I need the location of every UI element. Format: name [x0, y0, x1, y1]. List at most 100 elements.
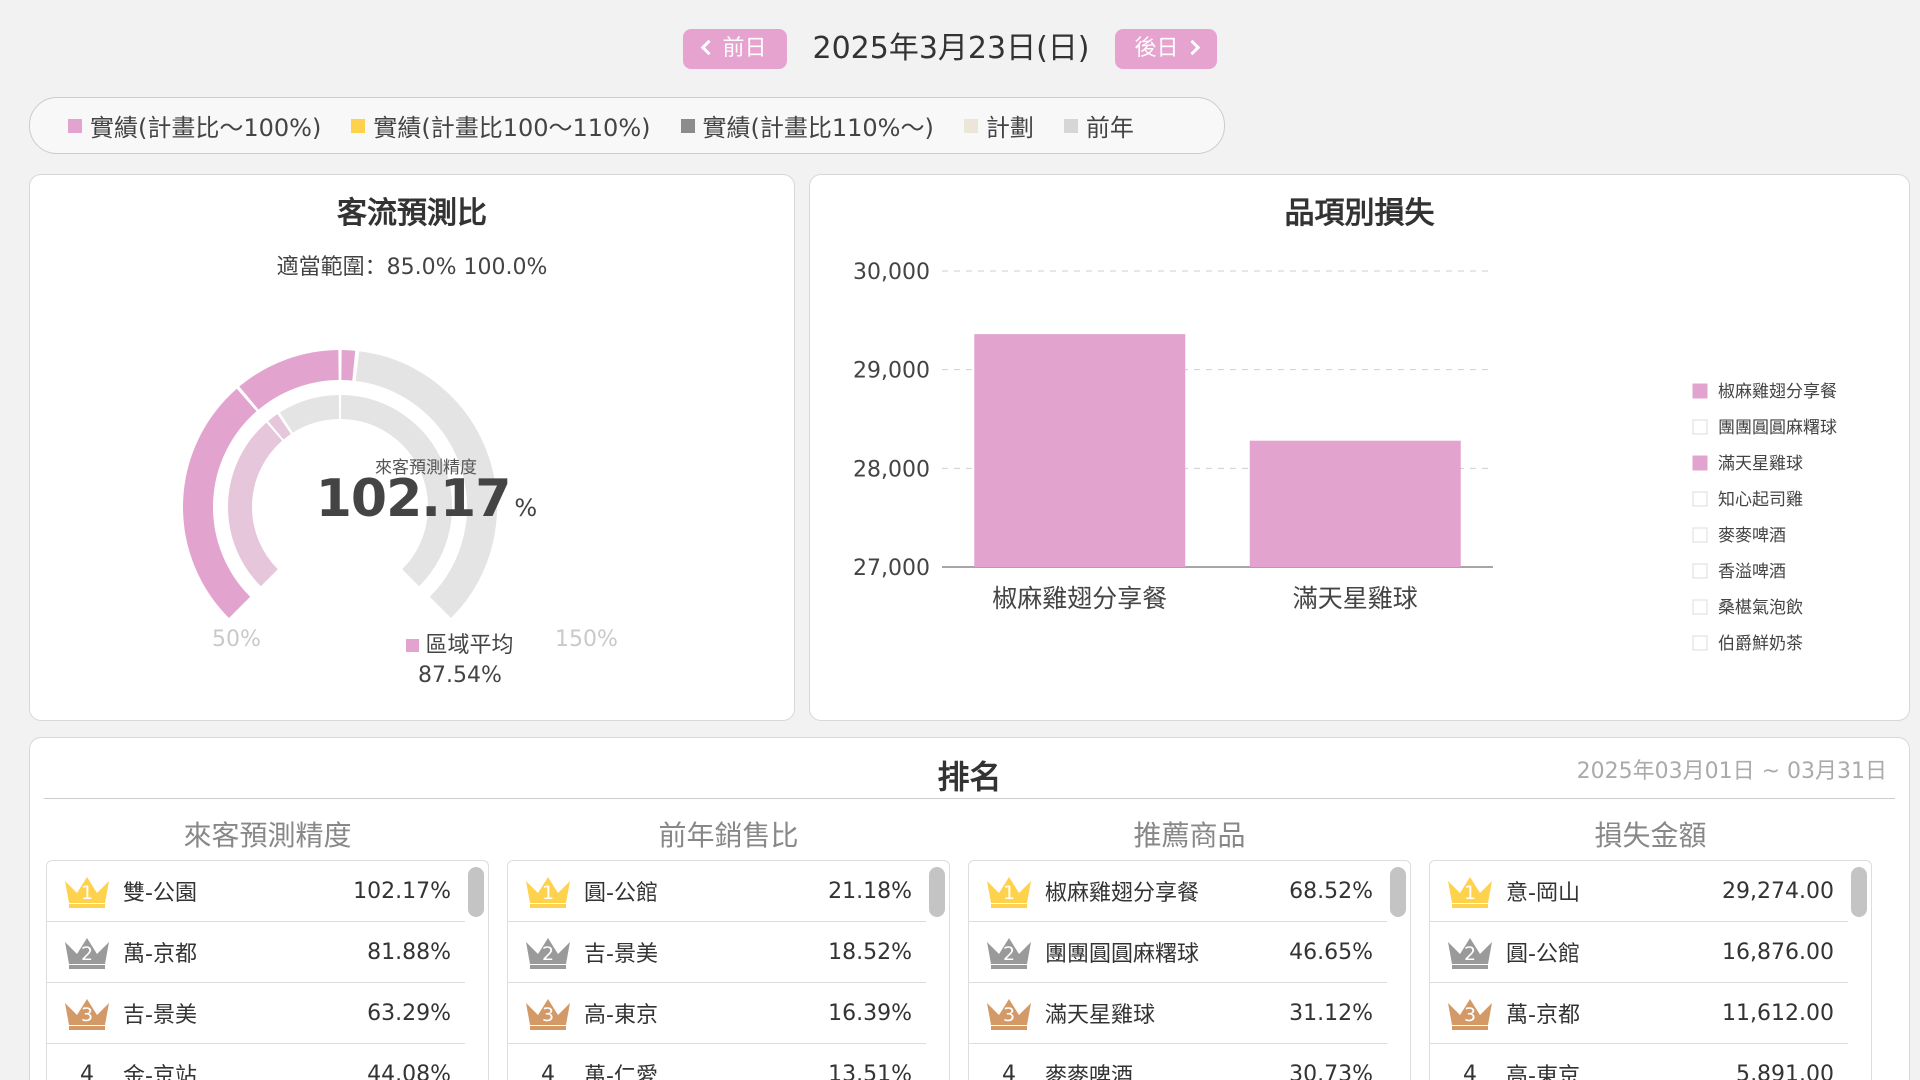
gauge-outer-in-range: [239, 350, 340, 410]
rank-number: 1: [1463, 882, 1477, 904]
ranking-row[interactable]: 2 萬-京都 81.88%: [47, 922, 465, 983]
ranking-row[interactable]: 2 團團圓圓麻糬球 46.65%: [969, 922, 1387, 983]
ranking-panel: 排名 2025年03月01日 ~ 03月31日 來客預測精度 1 雙-公園 102.1…: [29, 737, 1910, 1080]
rank-number: 4: [1463, 1061, 1477, 1080]
rank-value: 11,612.00: [1722, 1000, 1834, 1026]
gauge-max-label: 150%: [555, 627, 618, 652]
rank-value: 16.39%: [828, 1000, 912, 1026]
legend-label[interactable]: 桑椹氣泡飲: [1718, 598, 1803, 618]
ranking-row[interactable]: 4 高-東京 5,891.00: [1430, 1044, 1848, 1080]
legend-swatch[interactable]: [1692, 419, 1708, 435]
legend-swatch[interactable]: [1692, 599, 1708, 615]
rank-value: 5,891.00: [1736, 1061, 1834, 1080]
prev-day-label: 前日: [722, 36, 767, 61]
bar[interactable]: [1249, 440, 1461, 567]
ranking-row[interactable]: 1 椒麻雞翅分享餐 68.52%: [969, 861, 1387, 922]
ranking-row[interactable]: 3 吉-景美 63.29%: [47, 983, 465, 1044]
rank-name: 麥麥啤酒: [1045, 1064, 1134, 1080]
ranking-row[interactable]: 1 圓-公館 21.18%: [508, 861, 926, 922]
rank-value: 29,274.00: [1722, 878, 1834, 904]
y-tick-label: 30,000: [853, 260, 930, 285]
rank-name: 高-東京: [1506, 1064, 1580, 1080]
ranking-row[interactable]: 4 萬-仁愛 13.51%: [508, 1044, 926, 1080]
ranking-list[interactable]: 1 椒麻雞翅分享餐 68.52% 2 團團圓圓麻糬球 46.65% 3 滿天星雞球 31.12%…: [968, 860, 1411, 1080]
legend-label: 前年: [1085, 114, 1134, 142]
rank-name: 圓-公館: [584, 881, 658, 906]
legend-item-below-plan: 實績(計畫比～100%): [68, 108, 321, 143]
legend-label[interactable]: 滿天星雞球: [1718, 454, 1803, 474]
bar[interactable]: [974, 334, 1186, 567]
y-tick-label: 29,000: [853, 359, 930, 384]
legend-swatch[interactable]: [1692, 491, 1708, 507]
scrollbar-thumb[interactable]: [1851, 867, 1867, 917]
legend-swatch: [963, 118, 978, 133]
rank-name: 萬-京都: [1506, 1003, 1580, 1028]
scrollbar-thumb[interactable]: [468, 867, 484, 917]
current-date: 2025年3月23日(日): [812, 31, 1090, 66]
crown-icon: 2: [985, 934, 1033, 970]
legend-label[interactable]: 香溢啤酒: [1718, 562, 1786, 582]
legend-swatch[interactable]: [1692, 563, 1708, 579]
rank-value: 102.17%: [353, 878, 451, 904]
legend-label[interactable]: 椒麻雞翅分享餐: [1718, 382, 1837, 402]
scrollbar-thumb[interactable]: [1390, 867, 1406, 917]
crown-icon: 2: [524, 934, 572, 970]
rank-value: 13.51%: [828, 1061, 912, 1080]
rank-name: 萬-仁愛: [584, 1064, 658, 1080]
ranking-row[interactable]: 2 圓-公館 16,876.00: [1430, 922, 1848, 983]
rank-value: 18.52%: [828, 939, 912, 965]
rank-value: 68.52%: [1289, 878, 1373, 904]
rank-value: 63.29%: [367, 1000, 451, 1026]
avg-swatch: [406, 639, 420, 652]
ranking-list[interactable]: 1 雙-公園 102.17% 2 萬-京都 81.88% 3 吉-景美 63.29% 4 金-京站 4…: [46, 860, 489, 1080]
crown-icon: 3: [985, 995, 1033, 1031]
region-average-value: 87.54%: [418, 663, 502, 688]
next-day-button[interactable]: 後日: [1115, 29, 1217, 69]
scrollbar-thumb[interactable]: [929, 867, 945, 917]
legend-swatch: [1063, 118, 1078, 133]
gauge-unit: %: [514, 494, 537, 522]
legend-swatch[interactable]: [1692, 635, 1708, 651]
legend-label: 實績(計畫比110%～): [702, 114, 934, 142]
legend-swatch[interactable]: [1692, 455, 1708, 471]
legend-label[interactable]: 知心起司雞: [1718, 490, 1803, 510]
chevron-left-icon: [701, 39, 717, 55]
legend-label[interactable]: 團團圓圓麻糬球: [1718, 418, 1837, 438]
legend-swatch: [680, 118, 695, 133]
rank-number: 2: [1463, 943, 1477, 965]
prev-day-button[interactable]: 前日: [683, 29, 787, 69]
rank-value: 81.88%: [367, 939, 451, 965]
ranking-row[interactable]: 4 金-京站 44.08%: [47, 1044, 465, 1080]
rank-number: 1: [1002, 882, 1016, 904]
rank-name: 雙-公園: [123, 881, 197, 906]
ranking-list[interactable]: 1 意-岡山 29,274.00 2 圓-公館 16,876.00 3 萬-京都 11,612.…: [1429, 860, 1872, 1080]
ranking-column: 推薦商品 1 椒麻雞翅分享餐 68.52% 2 團團圓圓麻糬球 46.65% 3 滿天星雞球 31…: [968, 818, 1411, 1080]
ranking-row[interactable]: 3 滿天星雞球 31.12%: [969, 983, 1387, 1044]
status-legend: 實績(計畫比～100%) 實績(計畫比100～110%) 實績(計畫比110%～…: [29, 97, 1225, 154]
crown-icon: 1: [1446, 873, 1494, 909]
legend-item-on-plan: 實績(計畫比100～110%): [351, 108, 651, 143]
legend-item-above-plan: 實績(計畫比110%～): [680, 108, 934, 143]
crown-icon: 1: [985, 873, 1033, 909]
crown-icon: 1: [524, 873, 572, 909]
legend-swatch: [351, 118, 366, 133]
ranking-row[interactable]: 1 雙-公園 102.17%: [47, 861, 465, 922]
ranking-row[interactable]: 1 意-岡山 29,274.00: [1430, 861, 1848, 922]
rank-name: 團團圓圓麻糬球: [1045, 942, 1200, 967]
ranking-row[interactable]: 3 高-東京 16.39%: [508, 983, 926, 1044]
ranking-row[interactable]: 3 萬-京都 11,612.00: [1430, 983, 1848, 1044]
legend-swatch[interactable]: [1692, 383, 1708, 399]
legend-swatch[interactable]: [1692, 527, 1708, 543]
ranking-list[interactable]: 1 圓-公館 21.18% 2 吉-景美 18.52% 3 高-東京 16.39% 4 萬-仁愛 13…: [507, 860, 950, 1080]
crown-icon: 3: [63, 995, 111, 1031]
rank-name: 滿天星雞球: [1045, 1003, 1156, 1028]
rank-value: 31.12%: [1289, 1000, 1373, 1026]
divider: [44, 798, 1895, 799]
traffic-forecast-panel: 客流預測比 適當範圍：85.0% 100.0% 來客預測精度 102.17% 5…: [29, 174, 795, 721]
ranking-row[interactable]: 2 吉-景美 18.52%: [508, 922, 926, 983]
legend-label[interactable]: 麥麥啤酒: [1718, 526, 1786, 546]
ranking-row[interactable]: 4 麥麥啤酒 30.73%: [969, 1044, 1387, 1080]
legend-label[interactable]: 伯爵鮮奶茶: [1718, 634, 1803, 654]
rank-number: 3: [1463, 1004, 1477, 1026]
rank-value: 16,876.00: [1722, 939, 1834, 965]
